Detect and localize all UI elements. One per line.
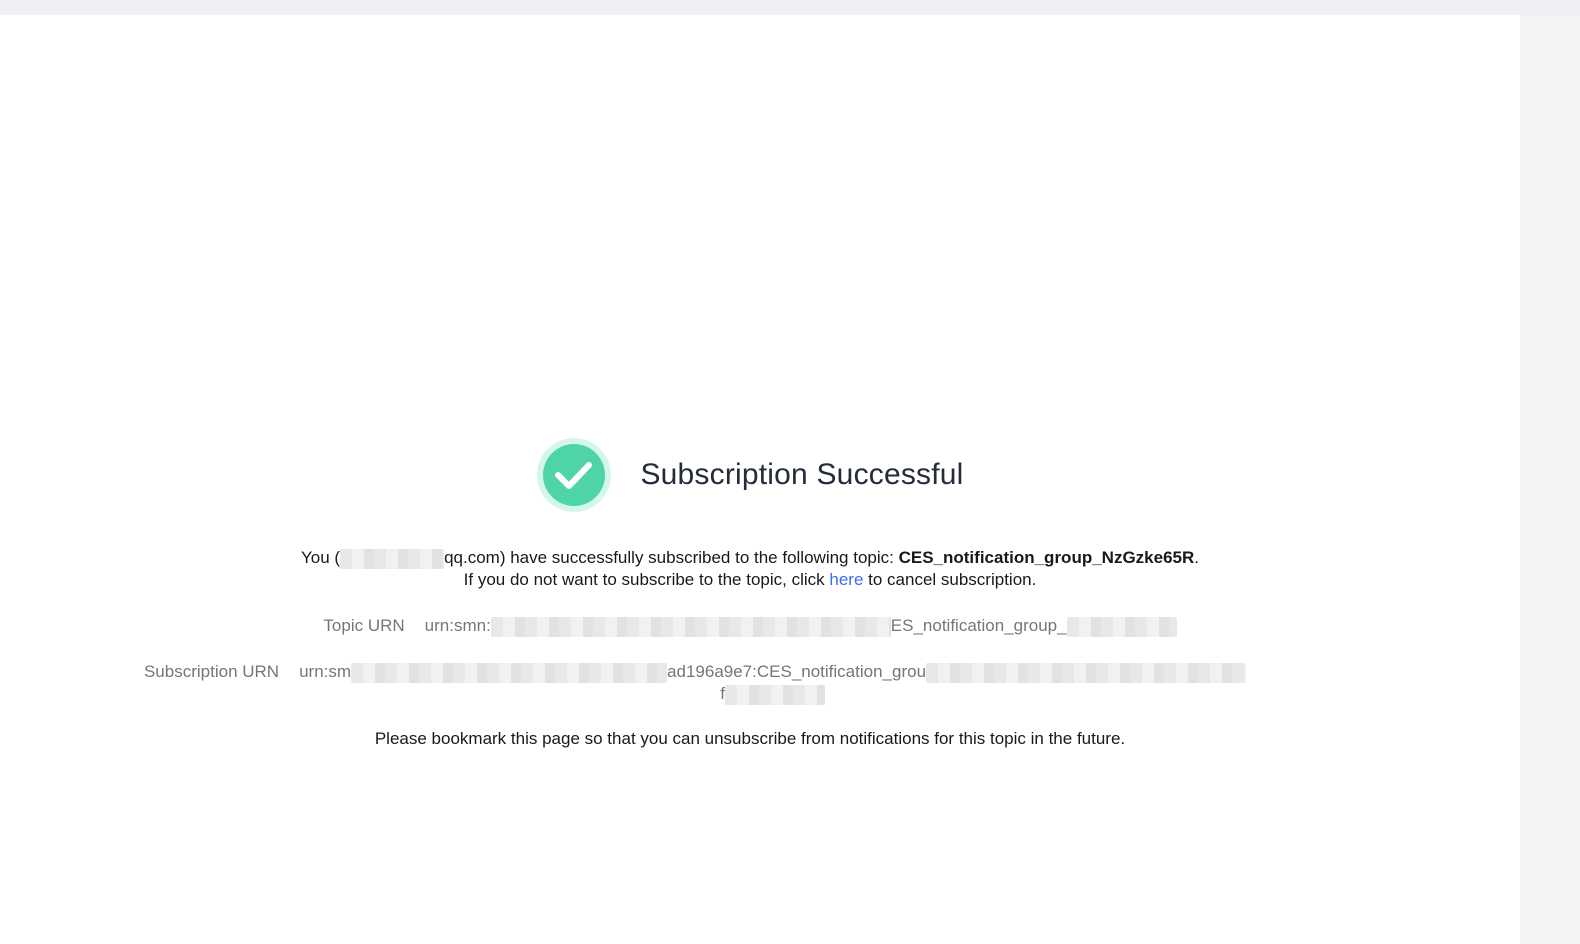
cancel-suffix: to cancel subscription.: [863, 570, 1037, 589]
message-suffix: .: [1194, 548, 1199, 567]
message-middle: ) have successfully subscribed to the fo…: [499, 548, 899, 567]
topic-urn-start: urn:smn:: [424, 616, 491, 635]
masked-topic-suffix: [1066, 616, 1177, 637]
page-title: Subscription Successful: [640, 458, 964, 491]
masked-subscription-tail: [926, 662, 1247, 683]
subscription-urn-label: Subscription URN: [143, 662, 280, 681]
success-message: You ( qq.com) have successfully subscribe…: [0, 547, 1500, 591]
topic-urn-end: ES_notification_group_: [890, 616, 1067, 635]
title-row: Subscription Successful: [0, 437, 1500, 513]
check-circle-icon: [536, 437, 612, 513]
email-domain: qq.com: [444, 548, 500, 567]
message-prefix: You (: [301, 548, 341, 567]
cancel-subscription-link[interactable]: here: [829, 570, 863, 589]
topic-urn-label: Topic URN: [323, 616, 405, 635]
topic-name: CES_notification_group_NzGzke65R: [898, 548, 1195, 567]
masked-email: [340, 548, 445, 569]
subscription-urn-value: urn:sm ad196a9e7:CES_notification_grou f: [299, 661, 1247, 705]
scrollbar-track[interactable]: [1520, 15, 1580, 944]
topic-urn-row: Topic URN urn:smn: ES_notification_group_: [0, 615, 1500, 637]
subscription-urn-mid: ad196a9e7:CES_notification_grou: [667, 662, 927, 681]
subscription-urn-row: Subscription URN urn:sm ad196a9e7:CES_not…: [0, 661, 1500, 705]
masked-subscription-line2: [724, 684, 825, 705]
cancel-prefix: If you do not want to subscribe to the t…: [463, 570, 830, 589]
masked-topic-urn: [490, 616, 891, 637]
subscription-result: Subscription Successful You ( qq.com) hav…: [0, 437, 1500, 749]
masked-subscription-urn: [351, 662, 668, 683]
topic-urn-value: urn:smn: ES_notification_group_: [425, 615, 1177, 637]
subscription-urn-start: urn:sm: [299, 662, 352, 681]
bookmark-note: Please bookmark this page so that you ca…: [374, 729, 1126, 748]
